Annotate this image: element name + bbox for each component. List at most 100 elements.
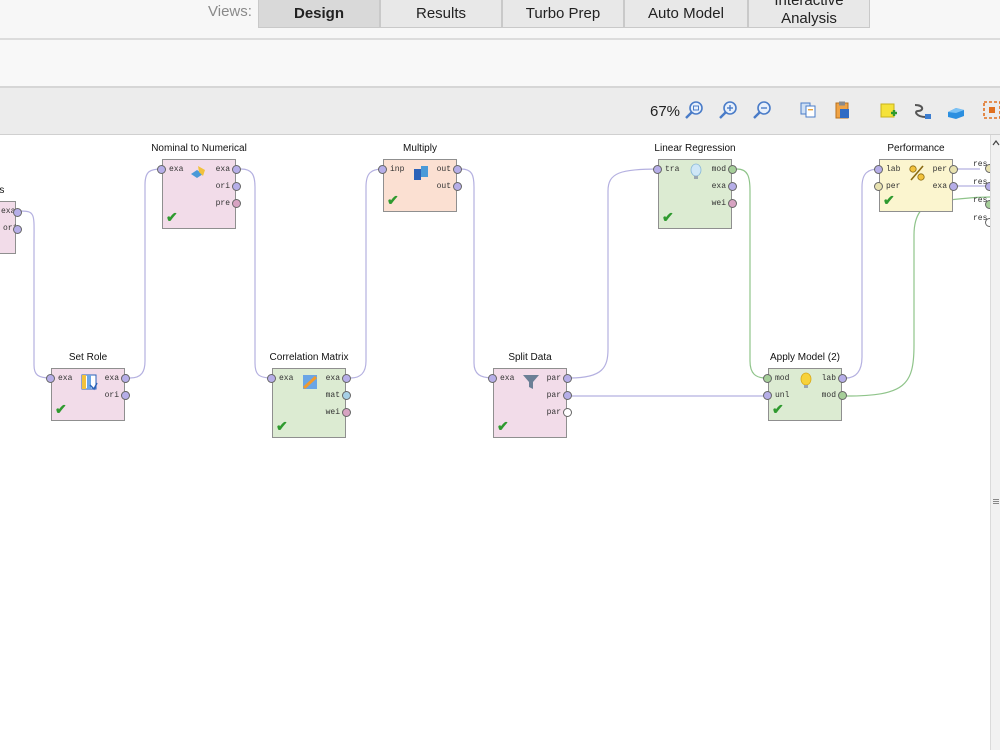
input-port[interactable] [653, 165, 662, 174]
connection-line [350, 168, 384, 379]
copy-icon[interactable] [798, 100, 818, 120]
operator-title: Performance [887, 143, 945, 154]
output-port[interactable] [563, 408, 572, 417]
port-label: exa [325, 374, 340, 383]
output-port[interactable] [949, 165, 958, 174]
operator-title: Split Data [508, 352, 552, 363]
convert-icon [191, 166, 205, 178]
zoom-out-icon[interactable] [752, 100, 772, 120]
vertical-scrollbar[interactable] [990, 135, 1000, 750]
auto-wire-icon[interactable] [912, 100, 932, 120]
connection-line [569, 168, 659, 379]
port-label: out [436, 165, 451, 174]
output-port[interactable] [453, 165, 462, 174]
port-label: mod [711, 165, 726, 174]
connection-line [845, 168, 880, 379]
output-port[interactable] [232, 182, 241, 191]
connection-line [129, 168, 163, 379]
connection-line [460, 168, 494, 379]
input-port[interactable] [763, 391, 772, 400]
operator-performance[interactable]: Performance lab per per exa ✔ [874, 143, 958, 212]
connections-layer [20, 168, 990, 397]
output-port[interactable] [453, 182, 462, 191]
output-port[interactable] [121, 391, 130, 400]
port-label: wei [325, 408, 340, 417]
port-label: par [546, 391, 561, 400]
output-port[interactable] [13, 208, 22, 217]
input-port[interactable] [378, 165, 387, 174]
port-label: exa [500, 374, 515, 383]
process-canvas[interactable]: tes exa ori Nominal to Numerical exa exa… [0, 135, 994, 750]
operator-select-attributes[interactable]: tes exa ori [0, 185, 22, 254]
lightbulb-icon [690, 163, 702, 179]
output-port[interactable] [13, 225, 22, 234]
output-port[interactable] [949, 182, 958, 191]
output-port[interactable] [728, 165, 737, 174]
process-toolbar: 67% [0, 88, 1000, 135]
output-port[interactable] [342, 374, 351, 383]
input-port[interactable] [157, 165, 166, 174]
output-port[interactable] [232, 199, 241, 208]
percent-icon [909, 165, 925, 181]
tab-design[interactable]: Design [258, 0, 380, 28]
arrange-icon[interactable] [946, 100, 966, 120]
input-port[interactable] [763, 374, 772, 383]
lightbulb-icon [800, 372, 812, 388]
tab-turbo-prep[interactable]: Turbo Prep [502, 0, 624, 28]
operator-linear-regression[interactable]: Linear Regression tra mod exa wei ✔ [653, 143, 737, 229]
port-label: par [546, 408, 561, 417]
output-port[interactable] [342, 408, 351, 417]
success-check-icon: ✔ [166, 209, 178, 225]
operator-title: tes [0, 185, 5, 196]
port-label: mod [821, 391, 836, 400]
output-port[interactable] [728, 182, 737, 191]
success-check-icon: ✔ [497, 418, 509, 434]
grid-icon[interactable] [982, 100, 1000, 120]
success-check-icon: ✔ [55, 401, 67, 417]
port-label: exa [711, 182, 726, 191]
port-label: mat [325, 391, 340, 400]
collapse-arrow-icon[interactable] [992, 139, 1000, 147]
operator-nominal-to-numerical[interactable]: Nominal to Numerical exa exa ori pre ✔ [151, 143, 247, 229]
tab-auto-model[interactable]: Auto Model [624, 0, 748, 28]
output-port[interactable] [563, 374, 572, 383]
output-port[interactable] [232, 165, 241, 174]
operator-multiply[interactable]: Multiply inp out out ✔ [378, 143, 462, 212]
scroll-grip[interactable] [993, 499, 999, 500]
port-label: unl [775, 391, 790, 400]
operator-split-data[interactable]: Split Data exa par par par ✔ [488, 352, 572, 438]
zoom-in-icon[interactable] [718, 100, 738, 120]
success-check-icon: ✔ [883, 192, 895, 208]
port-label: lab [821, 374, 836, 383]
port-label: exa [58, 374, 73, 383]
add-note-icon[interactable] [878, 100, 898, 120]
port-label: wei [711, 199, 726, 208]
output-port[interactable] [838, 374, 847, 383]
operator-correlation-matrix[interactable]: Correlation Matrix exa exa mat wei ✔ [267, 352, 351, 438]
output-port[interactable] [838, 391, 847, 400]
port-label: lab [886, 165, 901, 174]
tab-interactive-analysis[interactable]: Interactive Analysis [748, 0, 870, 28]
input-port[interactable] [267, 374, 276, 383]
paste-icon[interactable] [832, 100, 852, 120]
input-port[interactable] [46, 374, 55, 383]
port-label: exa [932, 182, 947, 191]
zoom-fit-icon[interactable] [684, 100, 704, 120]
input-port[interactable] [488, 374, 497, 383]
tab-results[interactable]: Results [380, 0, 502, 28]
zoom-level: 67% [650, 103, 681, 120]
operator-title: Set Role [68, 352, 108, 363]
output-port[interactable] [121, 374, 130, 383]
output-port[interactable] [342, 391, 351, 400]
port-label: exa [169, 165, 184, 174]
output-port[interactable] [728, 199, 737, 208]
input-port[interactable] [874, 165, 883, 174]
operator-set-role[interactable]: Set Role exa exa ori ✔ [46, 352, 130, 421]
views-label: Views: [208, 3, 252, 20]
input-port[interactable] [874, 182, 883, 191]
operator-title: Correlation Matrix [269, 352, 349, 363]
success-check-icon: ✔ [772, 401, 784, 417]
operator-apply-model[interactable]: Apply Model (2) mod unl lab mod ✔ [763, 352, 847, 421]
output-port[interactable] [563, 391, 572, 400]
port-label: inp [390, 165, 405, 174]
